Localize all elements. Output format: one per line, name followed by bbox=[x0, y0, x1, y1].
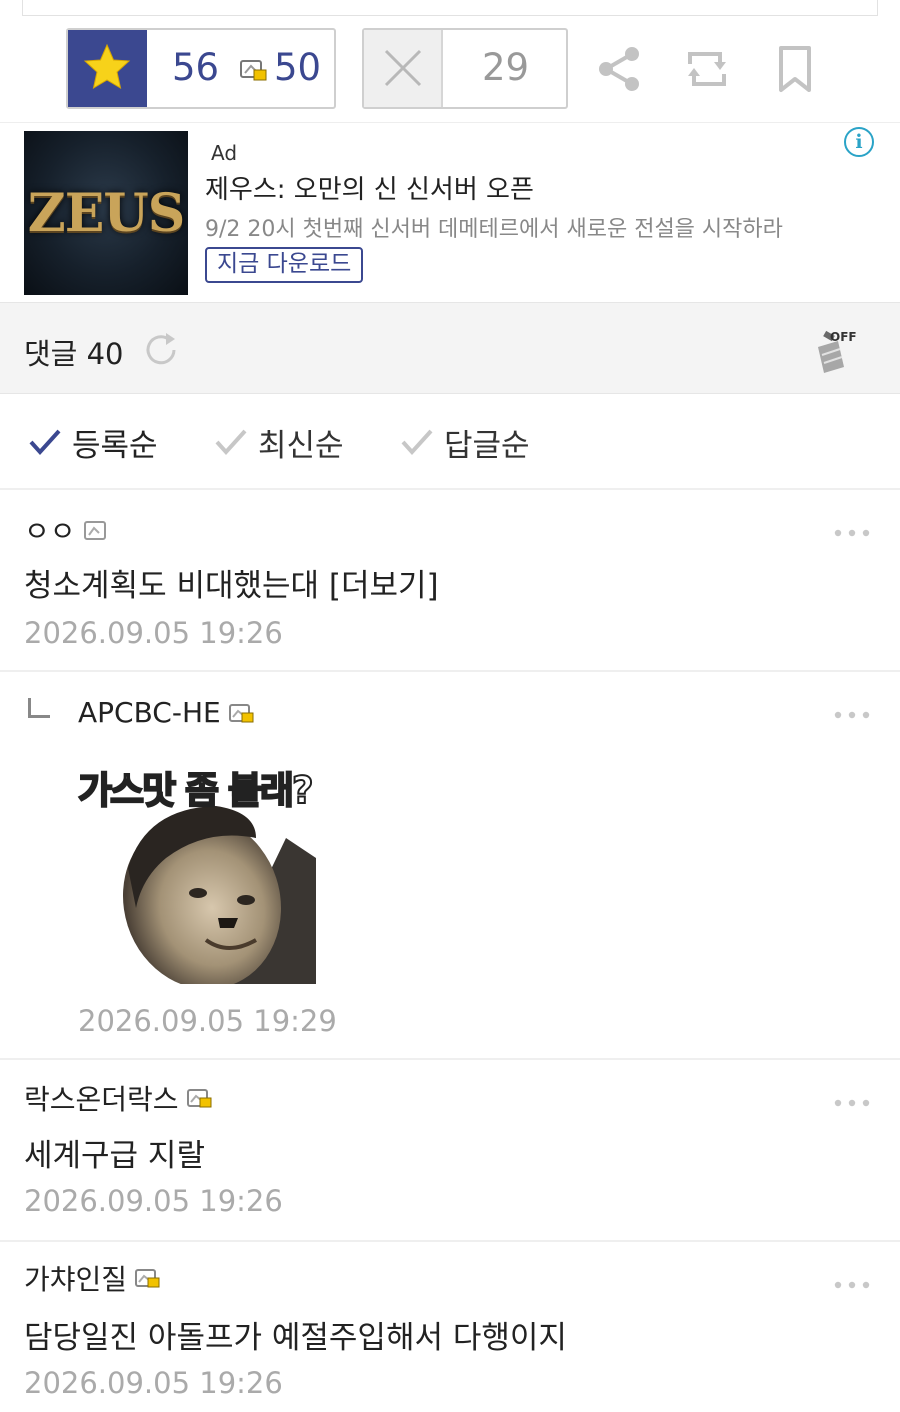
reply-comment-item: APCBC-HE 가스맛 좀 볼래? 2026.09.05 19:29 bbox=[0, 672, 900, 1060]
dccon-image[interactable]: 가스맛 좀 볼래? bbox=[77, 760, 318, 986]
ad-title[interactable]: 제우스: 오만의 신 신서버 오픈 bbox=[205, 169, 534, 206]
user-badge-icon bbox=[83, 521, 106, 540]
comment-author[interactable]: APCBC-HE bbox=[78, 696, 255, 729]
comment-author[interactable]: ㅇㅇ bbox=[24, 510, 108, 550]
repost-icon[interactable] bbox=[680, 42, 734, 96]
fixed-user-icon bbox=[186, 1089, 212, 1108]
dccon-caption: 가스맛 좀 볼래? bbox=[77, 768, 314, 813]
recommend-count: 56 bbox=[172, 46, 220, 89]
ad-download-button[interactable]: 지금 다운로드 bbox=[205, 247, 364, 283]
comment-date: 2026.09.05 19:26 bbox=[24, 1184, 283, 1218]
more-options-icon[interactable] bbox=[832, 526, 872, 540]
comment-item: 락스온더락스 세계구급 지랄 2026.09.05 19:26 bbox=[0, 1060, 900, 1242]
comment-item: 가챠인질 담당일진 아돌프가 예절주입해서 다행이지 2026.09.05 19… bbox=[0, 1242, 900, 1412]
ad-thumbnail-logo: ZEUS bbox=[27, 183, 186, 244]
recommend-button[interactable]: 56 50 bbox=[66, 28, 336, 109]
comment-author[interactable]: 락스온더락스 bbox=[24, 1078, 213, 1118]
sort-tab-replies[interactable]: 답글순 bbox=[400, 422, 530, 464]
cleaner-off-label: OFF bbox=[830, 330, 857, 344]
sort-tab-latest[interactable]: 최신순 bbox=[214, 422, 344, 464]
comment-date: 2026.09.05 19:26 bbox=[24, 1366, 283, 1400]
nonrecommend-count: 29 bbox=[482, 46, 530, 89]
previous-content-edge bbox=[22, 0, 878, 16]
fixed-user-icon bbox=[228, 703, 254, 722]
ad-description: 9/2 20시 첫번째 신서버 데메테르에서 새로운 전설을 시작하라 bbox=[205, 217, 783, 242]
sort-tab-label: 등록순 bbox=[72, 427, 158, 464]
recommend-star-area[interactable] bbox=[68, 30, 147, 107]
comment-author-name: APCBC-HE bbox=[78, 696, 221, 729]
comment-cleaner-icon[interactable]: OFF bbox=[810, 327, 862, 375]
more-options-icon[interactable] bbox=[832, 1278, 872, 1292]
fixed-recommend-count: 50 bbox=[274, 46, 322, 89]
info-icon[interactable]: i bbox=[844, 127, 874, 157]
reply-arrow-icon bbox=[28, 698, 50, 718]
check-icon bbox=[29, 429, 61, 455]
close-icon bbox=[384, 49, 422, 87]
check-icon bbox=[401, 429, 433, 455]
comment-item: ㅇㅇ 청소계획도 비대했는대 [더보기] 2026.09.05 19:26 bbox=[0, 490, 900, 672]
nonrecommend-x-area[interactable] bbox=[364, 30, 443, 107]
more-options-icon[interactable] bbox=[832, 1096, 872, 1110]
ad-thumbnail[interactable]: ZEUS bbox=[24, 131, 188, 295]
comment-date: 2026.09.05 19:29 bbox=[78, 1004, 337, 1038]
refresh-icon[interactable] bbox=[142, 331, 180, 369]
comment-author[interactable]: 가챠인질 bbox=[24, 1258, 161, 1298]
fixed-user-icon bbox=[240, 60, 267, 81]
sort-tab-label: 답글순 bbox=[444, 427, 530, 464]
sort-tab-registered[interactable]: 등록순 bbox=[28, 422, 158, 464]
sort-tab-label: 최신순 bbox=[258, 427, 344, 464]
ad-banner[interactable]: ZEUS Ad 제우스: 오만의 신 신서버 오픈 9/2 20시 첫번째 신서… bbox=[0, 122, 900, 300]
comment-count-title: 댓글 40 bbox=[24, 337, 124, 371]
portrait-illustration bbox=[122, 806, 316, 984]
bookmark-icon[interactable] bbox=[768, 42, 822, 96]
star-icon bbox=[83, 43, 131, 90]
nonrecommend-button[interactable]: 29 bbox=[362, 28, 568, 109]
comment-sort-bar: 등록순 최신순 답글순 bbox=[0, 394, 900, 490]
comment-author-name: ㅇㅇ bbox=[24, 515, 76, 548]
check-icon bbox=[215, 429, 247, 455]
fixed-user-icon bbox=[135, 1269, 160, 1288]
comment-date: 2026.09.05 19:26 bbox=[24, 616, 283, 650]
comment-body[interactable]: 청소계획도 비대했는대 [더보기] bbox=[24, 560, 439, 605]
comment-body[interactable]: 담당일진 아돌프가 예절주입해서 다행이지 bbox=[24, 1312, 567, 1357]
comment-body[interactable]: 세계구급 지랄 bbox=[24, 1130, 205, 1175]
comment-author-name: 락스온더락스 bbox=[24, 1083, 179, 1116]
more-options-icon[interactable] bbox=[832, 708, 872, 722]
share-icon[interactable] bbox=[592, 42, 646, 96]
ad-label: Ad bbox=[211, 141, 238, 165]
comment-header: 댓글 40 OFF bbox=[0, 302, 900, 394]
post-action-bar: 56 50 29 bbox=[0, 28, 900, 110]
comment-author-name: 가챠인질 bbox=[24, 1263, 128, 1296]
